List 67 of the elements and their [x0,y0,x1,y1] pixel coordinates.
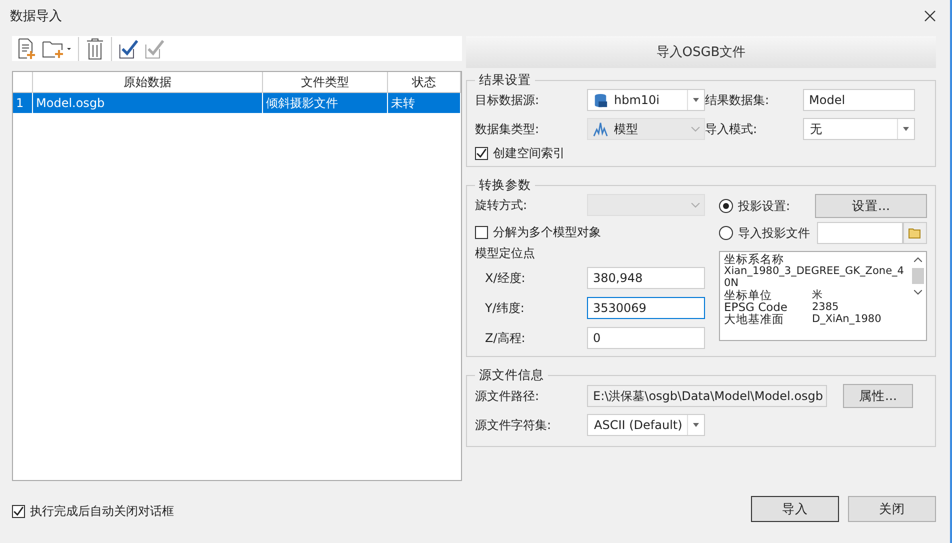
info-value: Xian_1980_3_DEGREE_GK_Zone_40N [724,265,905,289]
caret-icon [693,98,699,102]
import-osgb-tab[interactable]: 导入OSGB文件 [466,36,936,68]
info-label: 坐标系名称 [724,253,785,265]
coordinate-field[interactable]: 380,948 [587,267,705,289]
field-label: 结果数据集: [705,92,770,108]
checkbox-check-faded-icon[interactable] [144,38,164,60]
scroll-thumb[interactable] [912,268,924,284]
info-value: D_XiAn_1980 [812,313,882,325]
field-label: 源文件字符集: [475,416,552,434]
info-value: 米 [812,289,823,301]
database-icon [593,92,608,108]
table-cell: 未转 [388,93,461,113]
info-label: 大地基准面 [724,313,785,325]
column-header[interactable]: 原始数据 [33,72,263,92]
import-mode-dropdown[interactable]: 无 [803,118,915,140]
trash-icon[interactable] [85,38,105,60]
column-header[interactable]: 文件类型 [263,72,388,92]
field-label: X/经度: [485,270,526,286]
dialog-button[interactable]: 导入 [751,496,839,522]
auto-close-checkbox[interactable]: 执行完成后自动关闭对话框 [12,503,174,520]
chevron-down-icon [690,126,700,132]
field-label: 导入模式: [705,120,758,138]
field-label: Y/纬度: [485,300,526,316]
info-label: 坐标单位 [724,289,773,301]
field-label: 目标数据源: [475,92,540,108]
projection-file-field[interactable] [817,222,903,244]
table-cell: 倾斜摄影文件 [263,93,388,113]
field-label: Z/高程: [485,330,526,346]
column-header[interactable]: 状态 [388,72,461,92]
field-label: 数据集类型: [475,120,540,138]
table-row[interactable]: 1 Model.osgb 倾斜摄影文件 未转 [13,93,461,113]
source-path-field[interactable]: E:\洪保墓\osgb\Data\Model\Model.osgb [587,385,827,407]
table-cell: Model.osgb [33,93,263,113]
folder-icon [908,227,922,239]
coordinate-field[interactable]: 0 [587,327,705,349]
caret-icon [693,423,699,427]
split-model-checkbox[interactable]: 分解为多个模型对象 [475,224,705,241]
dialog-button[interactable]: 关闭 [848,496,936,522]
info-value: 2385 [812,301,839,313]
spatial-index-checkbox[interactable]: 创建空间索引 [475,145,927,162]
projection-radio[interactable]: 投影设置: [719,198,790,214]
checkbox-check-icon[interactable] [118,38,138,60]
info-label: EPSG Code [724,301,789,313]
chevron-down-icon [690,202,700,208]
group-title: 源文件信息 [478,367,545,384]
field-label: 旋转方式: [475,196,528,214]
charset-dropdown[interactable]: ASCII (Default) [587,414,705,436]
properties-button[interactable]: 属性... [843,384,913,408]
coordinate-field[interactable]: 3530069 [587,297,705,319]
group-title: 结果设置 [478,72,532,89]
datasource-dropdown[interactable]: hbm10i [587,89,705,111]
row-number: 1 [13,93,33,113]
group-title: 转换参数 [478,177,532,194]
field-label: 源文件路径: [475,388,540,404]
model-icon [593,122,608,136]
add-file-icon[interactable] [16,38,36,60]
scroll-up-icon[interactable] [914,257,922,262]
section-label: 模型定位点 [475,245,536,262]
close-icon[interactable] [924,10,936,22]
browse-button[interactable] [903,222,927,244]
result-dataset-field[interactable]: Model [803,89,915,111]
scroll-down-icon[interactable] [914,290,922,295]
projection-radio[interactable]: 导入投影文件 [719,224,810,242]
caret-icon [903,127,909,131]
settings-button[interactable]: 设置... [815,194,927,218]
window-title: 数据导入 [10,8,62,25]
